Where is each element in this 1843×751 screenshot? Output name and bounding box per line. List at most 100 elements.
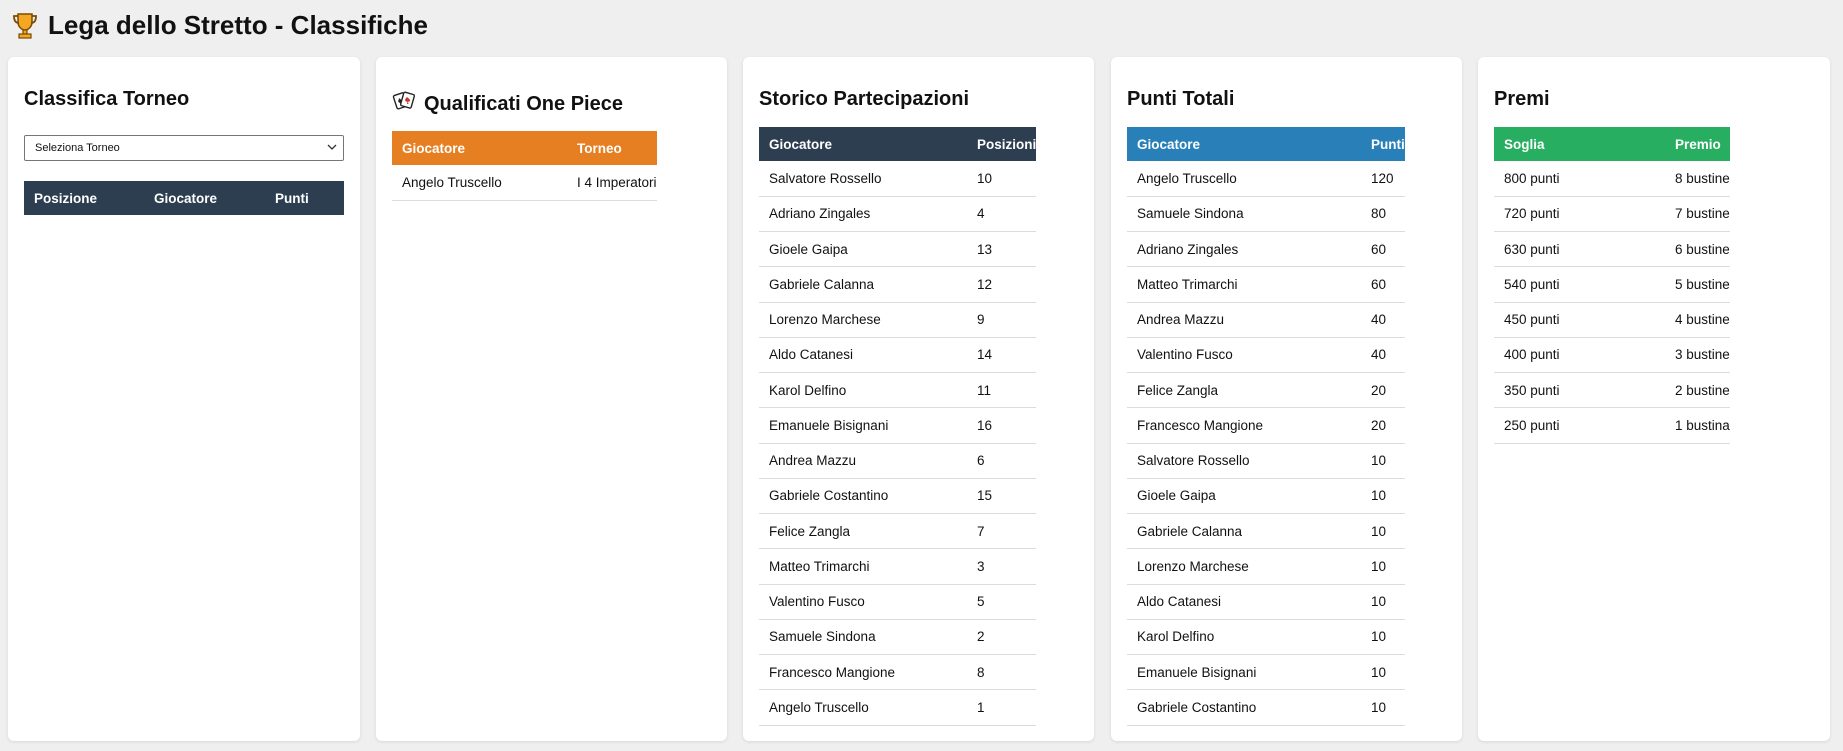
prize-cell: 4 bustine (1665, 302, 1730, 338)
qualificati-card: Qualificati One Piece Giocatore Torneo A… (376, 57, 727, 741)
positions-cell: 7 (967, 513, 1037, 550)
threshold-cell: 720 punti (1494, 196, 1665, 233)
classifica-table: Posizione Giocatore Punti (24, 181, 344, 215)
positions-cell: 14 (967, 337, 1037, 374)
threshold-cell: 540 punti (1494, 266, 1665, 303)
column-header-soglia[interactable]: Soglia (1494, 127, 1665, 161)
classifica-torneo-title: Classifica Torneo (24, 88, 190, 110)
chevron-down-icon (327, 144, 337, 150)
table-row: Gabriele Calanna 10 (1127, 513, 1405, 550)
threshold-cell: 400 punti (1494, 337, 1665, 374)
tournament-cell: I 4 Imperatori (567, 165, 657, 201)
table-row: Andrea Mazzu 6 (759, 443, 1037, 479)
positions-cell: 4 (967, 196, 1037, 233)
punti-totali-title: Punti Totali (1127, 88, 1235, 110)
table-row: Gabriele Costantino 15 (759, 478, 1037, 515)
column-header-giocatore[interactable]: Giocatore (392, 131, 567, 165)
player-name-cell: Aldo Catanesi (759, 337, 967, 374)
column-header-giocatore[interactable]: Giocatore (144, 181, 265, 215)
table-row: 450 punti 4 bustine (1494, 302, 1730, 338)
points-cell: 10 (1361, 548, 1405, 585)
positions-cell: 6 (967, 443, 1037, 479)
table-row: Lorenzo Marchese 9 (759, 302, 1037, 338)
positions-cell: 15 (967, 478, 1037, 515)
prize-cell: 1 bustina (1665, 407, 1730, 444)
player-name-cell: Valentino Fusco (759, 584, 967, 620)
column-header-posizioni[interactable]: Posizioni (967, 127, 1037, 161)
points-cell: 60 (1361, 231, 1405, 268)
points-cell: 80 (1361, 196, 1405, 233)
table-row: Gabriele Calanna 12 (759, 266, 1037, 303)
player-name-cell: Gabriele Costantino (1127, 689, 1361, 726)
player-name-cell: Gioele Gaipa (1127, 478, 1361, 515)
positions-cell: 11 (967, 372, 1037, 409)
player-name-cell: Salvatore Rossello (1127, 443, 1361, 479)
player-name-cell: Angelo Truscello (392, 165, 567, 201)
tournament-select[interactable]: Seleziona Torneo (24, 135, 344, 161)
points-cell: 40 (1361, 302, 1405, 338)
points-cell: 20 (1361, 407, 1405, 444)
table-row: Francesco Mangione 8 (759, 654, 1037, 691)
player-name-cell: Francesco Mangione (759, 654, 967, 691)
positions-cell: 8 (967, 654, 1037, 691)
qualificati-title-text: Qualificati One Piece (424, 92, 623, 115)
prize-cell: 8 bustine (1665, 161, 1730, 197)
table-row: Gioele Gaipa 10 (1127, 478, 1405, 515)
threshold-cell: 250 punti (1494, 407, 1665, 444)
table-row: Valentino Fusco 5 (759, 584, 1037, 620)
qualificati-table: Giocatore Torneo Angelo Truscello I 4 Imp… (392, 131, 657, 201)
premi-title: Premi (1494, 88, 1550, 110)
points-cell: 120 (1361, 161, 1405, 197)
qualificati-title: Qualificati One Piece (392, 90, 623, 118)
column-header-posizione[interactable]: Posizione (24, 181, 144, 215)
positions-cell: 1 (967, 689, 1037, 726)
column-header-giocatore[interactable]: Giocatore (1127, 127, 1361, 161)
player-name-cell: Lorenzo Marchese (1127, 548, 1361, 585)
table-row: Angelo Truscello 1 (759, 689, 1037, 726)
player-name-cell: Andrea Mazzu (759, 443, 967, 479)
table-row: Adriano Zingales 60 (1127, 231, 1405, 268)
player-name-cell: Angelo Truscello (759, 689, 967, 726)
classifica-torneo-card: Classifica Torneo Seleziona Torneo Posiz… (8, 57, 360, 741)
points-cell: 10 (1361, 584, 1405, 620)
punti-totali-table: Giocatore Punti Angelo Truscello 120 Samue… (1127, 127, 1405, 726)
positions-cell: 13 (967, 231, 1037, 268)
table-row: Angelo Truscello I 4 Imperatori (392, 165, 657, 201)
table-row: Samuele Sindona 80 (1127, 196, 1405, 233)
player-name-cell: Felice Zangla (759, 513, 967, 550)
column-header-punti[interactable]: Punti (1361, 127, 1405, 161)
table-row: 540 punti 5 bustine (1494, 266, 1730, 303)
player-name-cell: Angelo Truscello (1127, 161, 1361, 197)
column-header-punti[interactable]: Punti (265, 181, 344, 215)
threshold-cell: 350 punti (1494, 372, 1665, 409)
trophy-icon (10, 10, 40, 40)
table-row: Emanuele Bisignani 10 (1127, 654, 1405, 691)
points-cell: 10 (1361, 689, 1405, 726)
points-cell: 10 (1361, 443, 1405, 479)
table-row: Emanuele Bisignani 16 (759, 407, 1037, 444)
table-row: Matteo Trimarchi 3 (759, 548, 1037, 585)
points-cell: 10 (1361, 654, 1405, 691)
playing-cards-icon (392, 90, 416, 118)
table-row: Salvatore Rossello 10 (759, 161, 1037, 197)
threshold-cell: 630 punti (1494, 231, 1665, 268)
player-name-cell: Karol Delfino (759, 372, 967, 409)
table-row: Aldo Catanesi 14 (759, 337, 1037, 374)
column-header-giocatore[interactable]: Giocatore (759, 127, 967, 161)
prize-cell: 6 bustine (1665, 231, 1730, 268)
table-row: Francesco Mangione 20 (1127, 407, 1405, 444)
table-row: Andrea Mazzu 40 (1127, 302, 1405, 338)
table-row: Karol Delfino 11 (759, 372, 1037, 409)
column-header-premio[interactable]: Premio (1665, 127, 1730, 161)
points-cell: 20 (1361, 372, 1405, 409)
positions-cell: 12 (967, 266, 1037, 303)
player-name-cell: Adriano Zingales (1127, 231, 1361, 268)
column-header-torneo[interactable]: Torneo (567, 131, 657, 165)
player-name-cell: Lorenzo Marchese (759, 302, 967, 338)
points-cell: 10 (1361, 478, 1405, 515)
page-title-text: Lega dello Stretto - Classifiche (48, 9, 428, 40)
player-name-cell: Aldo Catanesi (1127, 584, 1361, 620)
player-name-cell: Felice Zangla (1127, 372, 1361, 409)
cards-container: Classifica Torneo Seleziona Torneo Posiz… (8, 57, 1843, 741)
table-row: Lorenzo Marchese 10 (1127, 548, 1405, 585)
